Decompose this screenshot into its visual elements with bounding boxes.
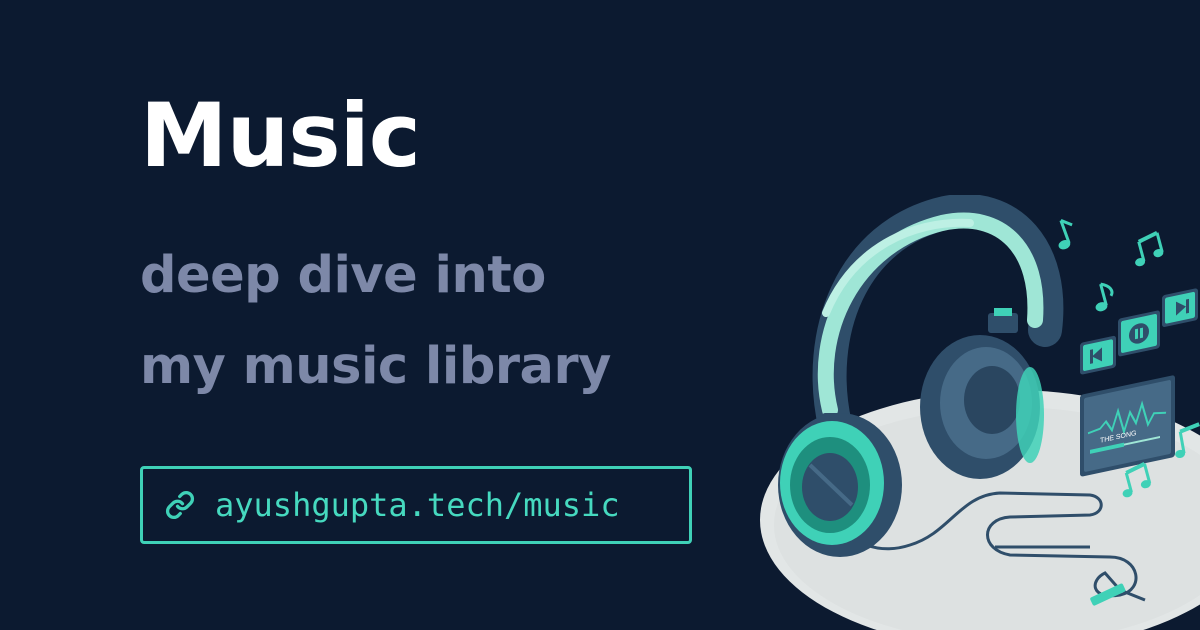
og-card: Music deep dive into my music library ay… — [0, 0, 1200, 630]
subtitle-line-1: deep dive into — [140, 246, 546, 305]
page-subtitle: deep dive into my music library — [140, 250, 611, 392]
link-url-text: ayushgupta.tech/music — [215, 486, 620, 524]
subtitle-line-2: my music library — [140, 337, 611, 396]
music-link[interactable]: ayushgupta.tech/music — [140, 466, 692, 544]
link-icon — [165, 490, 195, 520]
headphones-illustration: THE SONG — [760, 195, 1200, 630]
page-title: Music — [140, 84, 421, 187]
player-controls — [1080, 288, 1198, 375]
